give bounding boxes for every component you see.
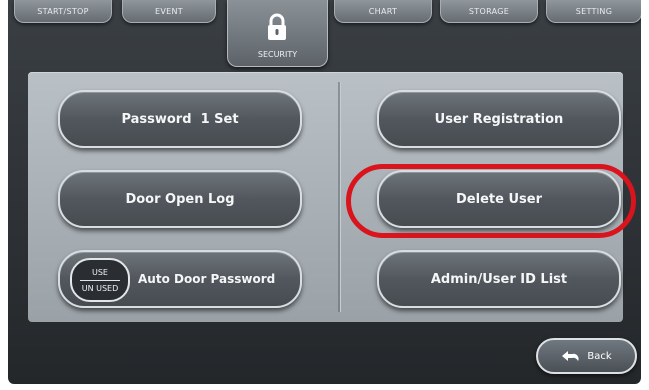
admin-user-id-list-button[interactable]: Admin/User ID List	[377, 250, 621, 308]
auto-door-password-label: Auto Door Password	[138, 272, 276, 286]
toggle-separator	[80, 279, 120, 281]
panel-divider	[338, 82, 340, 312]
tab-event[interactable]: EVENT	[122, 0, 216, 23]
back-arrow-icon	[562, 351, 579, 361]
tab-chart-label: CHART	[368, 6, 398, 16]
tab-storage[interactable]: STORAGE	[440, 0, 538, 23]
tab-event-label: EVENT	[155, 6, 183, 16]
use-unused-toggle[interactable]: USE UN USED	[70, 258, 130, 302]
tab-chart[interactable]: CHART	[334, 0, 432, 23]
back-label: Back	[587, 350, 612, 362]
toggle-use-label: USE	[92, 267, 108, 277]
door-open-log-button[interactable]: Door Open Log	[58, 170, 302, 228]
user-registration-label: User Registration	[434, 111, 564, 127]
admin-user-id-list-label: Admin/User ID List	[430, 271, 568, 287]
delete-user-label: Delete User	[456, 191, 542, 207]
tab-storage-label: STORAGE	[468, 6, 510, 16]
auto-door-password-button[interactable]: USE UN USED Auto Door Password	[58, 250, 302, 308]
password-set-button[interactable]: Password 1 Set	[58, 90, 302, 148]
door-open-log-label: Door Open Log	[125, 191, 235, 207]
tab-start-stop-label: START/STOP	[37, 6, 89, 16]
tab-start-stop[interactable]: START/STOP	[14, 0, 112, 23]
security-screen: START/STOP EVENT SECURITY CHART STORAGE …	[8, 0, 641, 384]
tab-security-label: SECURITY	[257, 50, 298, 59]
back-button[interactable]: Back	[536, 338, 637, 374]
security-panel: Password 1 Set User Registration Door Op…	[28, 72, 623, 322]
user-registration-button[interactable]: User Registration	[377, 90, 621, 148]
tab-setting[interactable]: SETTING	[546, 0, 641, 23]
tab-security[interactable]: SECURITY	[227, 0, 328, 67]
delete-user-button[interactable]: Delete User	[377, 170, 621, 228]
tab-setting-label: SETTING	[575, 6, 613, 16]
password-set-label: Password 1 Set	[121, 111, 239, 127]
lock-icon	[268, 13, 286, 40]
toggle-unused-label: UN USED	[81, 283, 119, 293]
